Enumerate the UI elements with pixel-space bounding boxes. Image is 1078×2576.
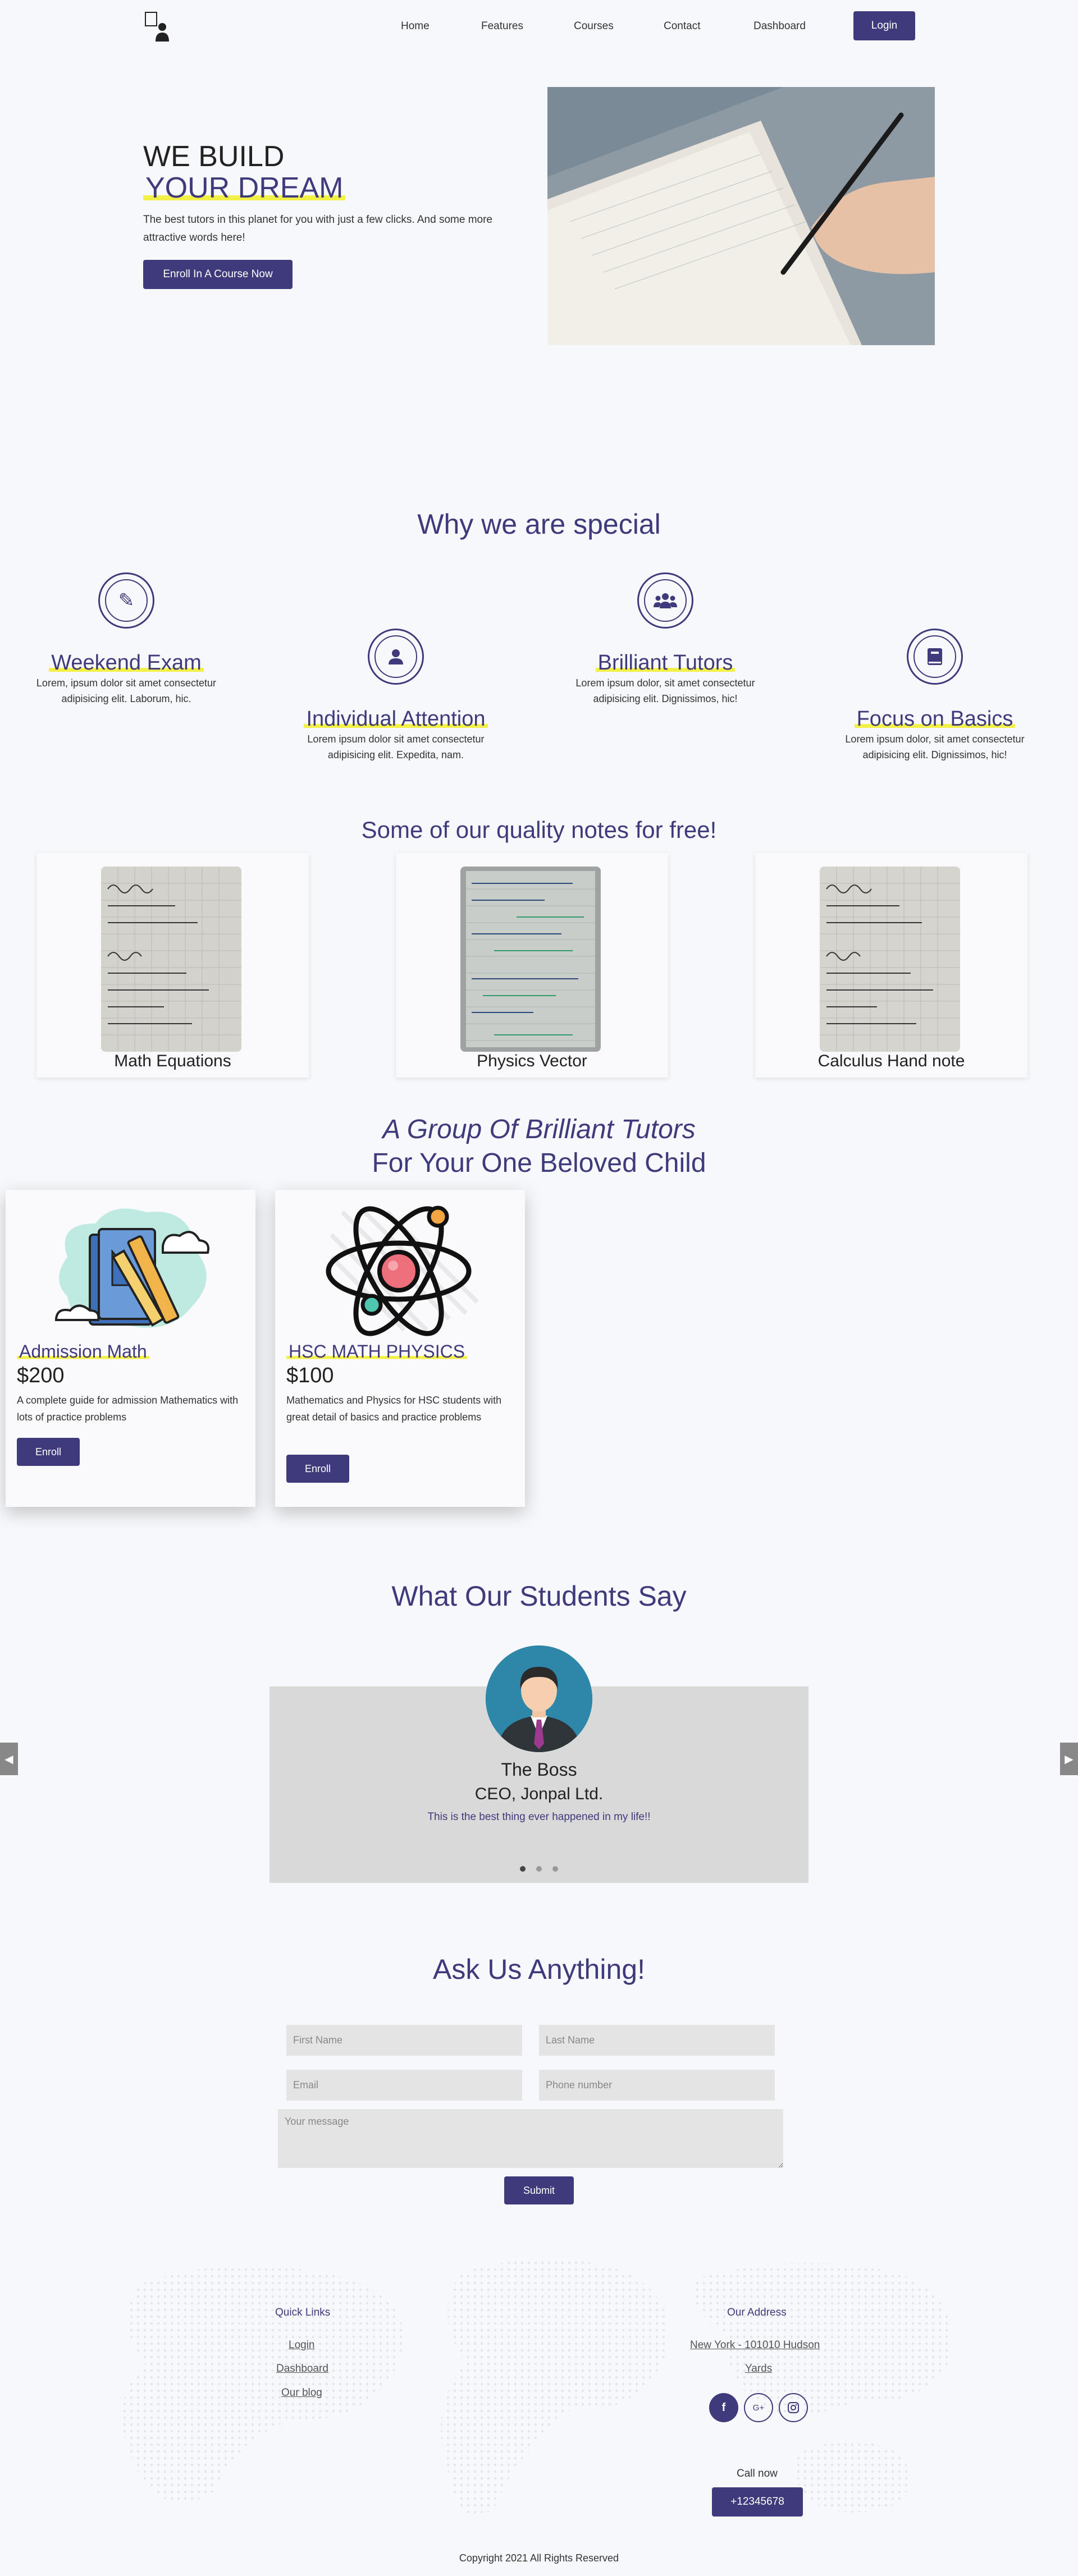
google-plus-icon[interactable]: G+ (744, 2393, 773, 2422)
call-phone-button[interactable]: +12345678 (712, 2487, 803, 2517)
nav-courses[interactable]: Courses (574, 20, 614, 33)
last-name-field[interactable] (539, 2025, 775, 2056)
features-title: Why we are special (417, 508, 661, 540)
feature-card-weekend-exam: ✎ Weekend Exam Lorem, ipsum dolor sit am… (0, 572, 253, 707)
phone-field[interactable] (539, 2070, 775, 2101)
carousel-dot[interactable] (552, 1866, 558, 1872)
nav-home[interactable]: Home (401, 20, 430, 33)
course-card-admission-math: Admission Math $200 A complete guide for… (6, 1190, 255, 1507)
feature-icon-ring: ✎ (98, 572, 154, 629)
call-now-label: Call now (737, 2468, 778, 2479)
atom-illustration (326, 1206, 479, 1336)
carousel-indicators (520, 1866, 558, 1872)
course-title: HSC MATH PHYSICS (286, 1341, 468, 1362)
enroll-button[interactable]: Enroll (286, 1455, 349, 1483)
course-card-hsc-math-physics: HSC MATH PHYSICS $100 Mathematics and Ph… (275, 1190, 525, 1507)
feature-icon-ring (368, 629, 424, 685)
feature-title: Focus on Basics (808, 707, 1061, 731)
submit-button[interactable]: Submit (504, 2176, 574, 2204)
pencil-icon: ✎ (118, 590, 135, 611)
note-card-calculus[interactable]: Calculus Hand note (755, 853, 1027, 1078)
hero-title-line1: WE BUILD (143, 140, 285, 173)
note-caption: Physics Vector (477, 1052, 587, 1070)
feature-desc: Lorem ipsum dolor sit amet consectetur a… (307, 734, 485, 760)
course-title: Admission Math (17, 1341, 149, 1362)
testimonial-role: CEO, Jonpal Ltd. (474, 1785, 604, 1803)
course-price: $200 (17, 1364, 65, 1387)
note-caption: Calculus Hand note (817, 1052, 965, 1070)
footer-link-dashboard[interactable]: Dashboard (276, 2363, 328, 2375)
facebook-icon[interactable]: f (709, 2393, 738, 2422)
footer-link-blog[interactable]: Our blog (281, 2387, 322, 2399)
feature-title: Weekend Exam (0, 651, 253, 675)
course-description: A complete guide for admission Mathemati… (17, 1395, 239, 1423)
course-description: Mathematics and Physics for HSC students… (286, 1395, 502, 1423)
carousel-dot[interactable] (536, 1866, 542, 1872)
feature-card-brilliant-tutors: Brilliant Tutors Lorem ipsum dolor, sit … (539, 572, 792, 707)
note-card-physics[interactable]: Physics Vector (396, 853, 668, 1078)
feature-card-individual-attention: Individual Attention Lorem ipsum dolor s… (270, 629, 522, 763)
hero-title-line2: YOUR DREAM (143, 171, 346, 205)
quick-links-title: Quick Links (275, 2307, 331, 2318)
feature-icon-ring (637, 572, 693, 629)
course-price: $100 (286, 1364, 334, 1387)
person-avatar-icon (486, 1645, 592, 1752)
book-icon (928, 648, 942, 665)
feature-title: Brilliant Tutors (539, 651, 792, 675)
note-image (460, 867, 601, 1052)
tutors-title-line2: For Your One Beloved Child (372, 1148, 706, 1178)
feature-title: Individual Attention (270, 707, 522, 731)
enroll-course-button[interactable]: Enroll In A Course Now (143, 260, 293, 289)
testimonials-title: What Our Students Say (391, 1580, 687, 1612)
feature-desc: Lorem, ipsum dolor sit amet consectetur … (36, 677, 217, 704)
user-icon (389, 649, 403, 664)
carousel-dot-active[interactable] (520, 1866, 526, 1872)
notes-title: Some of our quality notes for free! (361, 817, 717, 843)
first-name-field[interactable] (286, 2025, 522, 2056)
feature-icon-ring (907, 629, 963, 685)
hero-paragraph: The best tutors in this planet for you w… (143, 214, 492, 244)
address-line2[interactable]: Yards (745, 2363, 772, 2375)
footer-link-login[interactable]: Login (289, 2339, 315, 2352)
users-icon (654, 593, 677, 608)
site-logo[interactable] (143, 10, 177, 44)
address-title: Our Address (727, 2307, 787, 2318)
login-button[interactable]: Login (853, 11, 915, 40)
feature-desc: Lorem ipsum dolor, sit amet consectetur … (845, 734, 1025, 760)
world-map-background (122, 2259, 952, 2515)
note-caption: Math Equations (114, 1052, 231, 1070)
note-card-math[interactable]: Math Equations (36, 853, 309, 1078)
instagram-icon[interactable] (779, 2393, 808, 2422)
student-logo-icon (145, 12, 169, 42)
feature-desc: Lorem ipsum dolor, sit amet consectetur … (575, 677, 755, 704)
book-pencil-illustration (55, 1208, 209, 1328)
note-image (101, 867, 241, 1052)
hero-image (547, 87, 935, 345)
copyright-text: Copyright 2021 All Rights Reserved (459, 2552, 619, 2564)
testimonial-name: The Boss (501, 1759, 577, 1780)
note-image (820, 867, 960, 1052)
nav-contact[interactable]: Contact (664, 20, 700, 33)
tutors-title-line1: A Group Of Brilliant Tutors (382, 1115, 696, 1144)
feature-card-focus-basics: Focus on Basics Lorem ipsum dolor, sit a… (808, 629, 1061, 763)
message-field[interactable] (278, 2109, 783, 2168)
testimonial-quote: This is the best thing ever happened in … (427, 1811, 651, 1823)
contact-title: Ask Us Anything! (433, 1954, 645, 1985)
nav-dashboard[interactable]: Dashboard (753, 20, 806, 33)
address-line1[interactable]: New York - 101010 Hudson (690, 2339, 820, 2352)
email-field[interactable] (286, 2070, 522, 2101)
carousel-next-arrow-icon[interactable]: ▶ (1060, 1743, 1078, 1775)
nav-features[interactable]: Features (481, 20, 523, 33)
enroll-button[interactable]: Enroll (17, 1438, 80, 1466)
avatar (486, 1645, 592, 1752)
carousel-prev-arrow-icon[interactable]: ◀ (0, 1743, 18, 1775)
